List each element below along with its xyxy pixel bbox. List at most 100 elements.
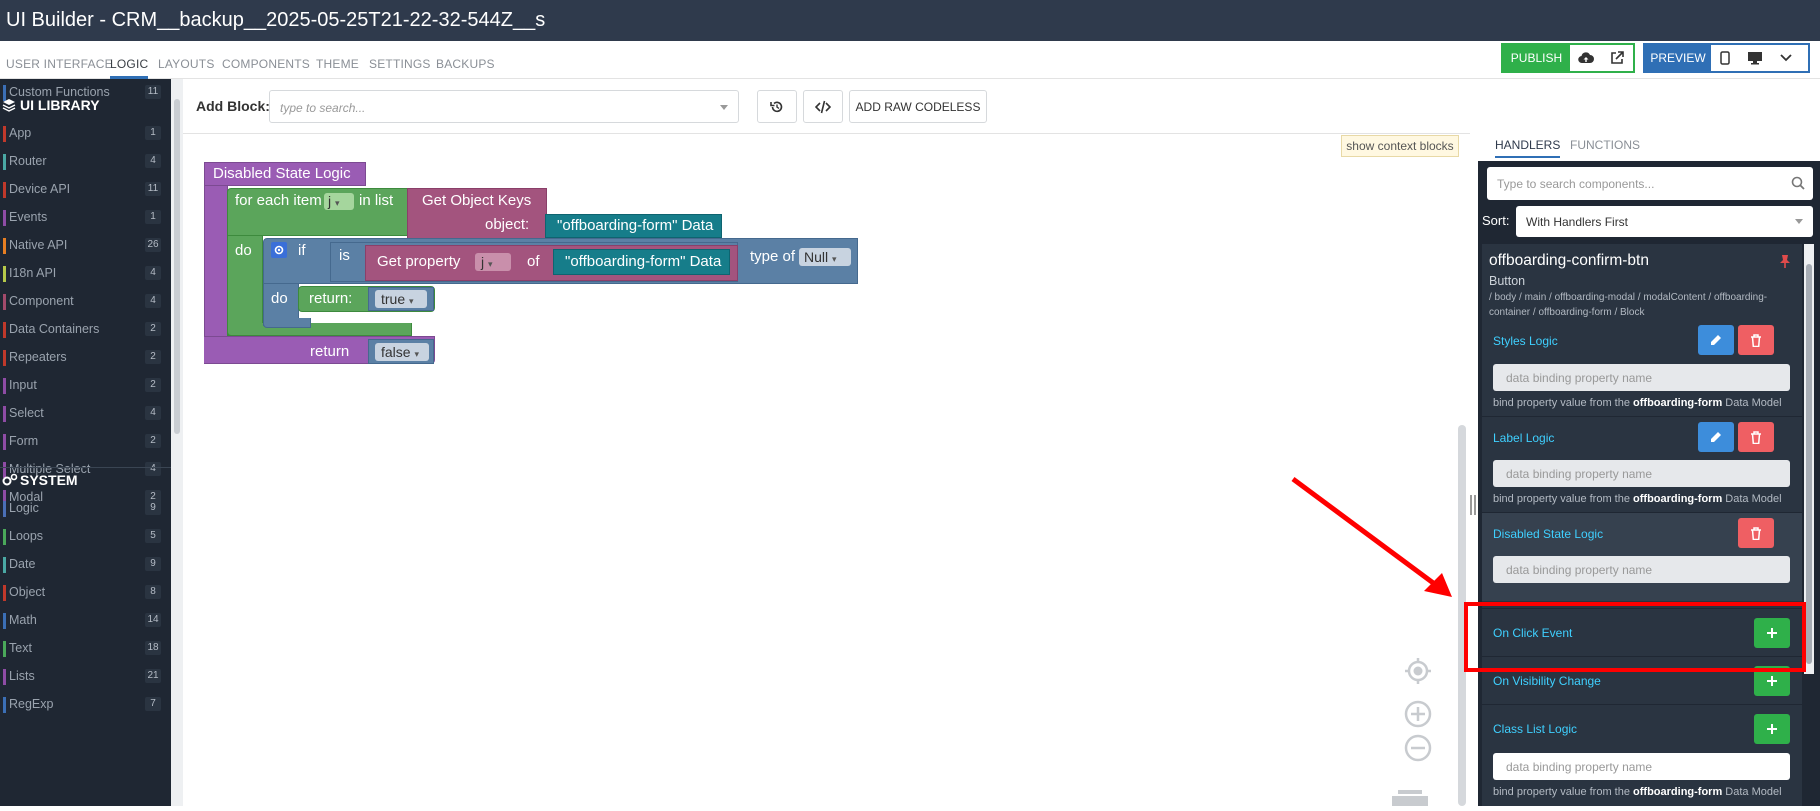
false-dropdown[interactable]: false ▾ bbox=[375, 343, 429, 361]
tab-logic[interactable]: LOGIC bbox=[110, 57, 149, 79]
gears-icon bbox=[2, 473, 18, 486]
scrollbar-thumb[interactable] bbox=[174, 99, 180, 434]
publish-button[interactable]: PUBLISH bbox=[1503, 45, 1570, 71]
handler-title[interactable]: On Visibility Change bbox=[1493, 674, 1601, 688]
panel-resize-handle[interactable] bbox=[1470, 495, 1476, 515]
mobile-icon[interactable] bbox=[1711, 45, 1739, 71]
input-placeholder: data binding property name bbox=[1506, 760, 1653, 774]
delete-logic-button[interactable] bbox=[1738, 325, 1774, 355]
sidebar-item-events[interactable]: Events 1 bbox=[0, 203, 171, 231]
true-dropdown[interactable]: true ▾ bbox=[375, 290, 427, 308]
edit-logic-button[interactable] bbox=[1698, 422, 1734, 452]
delete-logic-button[interactable] bbox=[1738, 422, 1774, 452]
external-link-icon[interactable] bbox=[1601, 45, 1633, 71]
sort-select[interactable]: With Handlers First bbox=[1516, 206, 1813, 237]
zoom-out-icon[interactable] bbox=[1404, 734, 1432, 762]
add-block-search[interactable]: type to search... bbox=[269, 90, 739, 123]
tab-functions[interactable]: FUNCTIONS bbox=[1570, 138, 1640, 152]
sidebar-item-router[interactable]: Router 4 bbox=[0, 147, 171, 175]
sidebar-item-math[interactable]: Math 14 bbox=[0, 606, 171, 634]
note-suffix: Data Model bbox=[1725, 493, 1782, 505]
add-logic-button[interactable] bbox=[1754, 714, 1790, 744]
cloud-upload-icon[interactable] bbox=[1570, 45, 1602, 71]
preview-button[interactable]: PREVIEW bbox=[1645, 45, 1711, 71]
sidebar-item-logic[interactable]: Logic 9 bbox=[0, 494, 171, 522]
window-title: UI Builder - CRM__backup__2025-05-25T21-… bbox=[0, 0, 1820, 41]
sidebar-item-device-api[interactable]: Device API 11 bbox=[0, 175, 171, 203]
trash-icon[interactable] bbox=[1390, 788, 1430, 806]
handler-title[interactable]: Disabled State Logic bbox=[1493, 527, 1603, 541]
tab-settings[interactable]: SETTINGS bbox=[369, 57, 431, 71]
input-placeholder: data binding property name bbox=[1506, 467, 1653, 481]
delete-logic-button[interactable] bbox=[1738, 518, 1774, 548]
category-color-bar bbox=[3, 266, 6, 282]
gear-icon[interactable] bbox=[271, 242, 287, 258]
if-label: if bbox=[298, 242, 306, 259]
get-keys-label: Get Object Keys bbox=[422, 192, 532, 209]
sidebar-item-form[interactable]: Form 2 bbox=[0, 427, 171, 455]
tab-backups[interactable]: BACKUPS bbox=[436, 57, 495, 71]
false-value: false bbox=[381, 344, 411, 360]
sort-value: With Handlers First bbox=[1526, 215, 1629, 229]
handler-title[interactable]: Class List Logic bbox=[1493, 722, 1577, 736]
history-button[interactable] bbox=[757, 90, 797, 123]
sidebar-item-count: 4 bbox=[145, 294, 161, 308]
sidebar-item-component[interactable]: Component 4 bbox=[0, 287, 171, 315]
tab-layouts[interactable]: LAYOUTS bbox=[158, 57, 215, 71]
category-color-bar bbox=[3, 126, 6, 142]
category-color-bar bbox=[3, 641, 6, 657]
sidebar-item-i18n-api[interactable]: I18n API 4 bbox=[0, 259, 171, 287]
sidebar-item-repeaters[interactable]: Repeaters 2 bbox=[0, 343, 171, 371]
handler-title[interactable]: Label Logic bbox=[1493, 431, 1554, 445]
sidebar-item-loops[interactable]: Loops 5 bbox=[0, 522, 171, 550]
sidebar-item-date[interactable]: Date 9 bbox=[0, 550, 171, 578]
sidebar-item-label: Data Containers bbox=[9, 322, 100, 336]
category-color-bar bbox=[3, 406, 6, 422]
tab-user-interface[interactable]: USER INTERFACE bbox=[6, 57, 113, 71]
tab-handlers[interactable]: HANDLERS bbox=[1495, 138, 1561, 158]
sidebar-scrollbar[interactable] bbox=[171, 79, 183, 806]
show-context-blocks-button[interactable]: show context blocks bbox=[1341, 135, 1459, 157]
chevron-down-icon[interactable] bbox=[1771, 45, 1801, 71]
binding-input[interactable]: data binding property name bbox=[1493, 753, 1790, 780]
sidebar-item-count: 1 bbox=[145, 210, 161, 224]
sidebar-item-label: Math bbox=[9, 613, 37, 627]
var-j-dropdown[interactable]: j ▾ bbox=[324, 193, 354, 210]
pin-icon[interactable] bbox=[1779, 254, 1791, 268]
tab-theme[interactable]: THEME bbox=[316, 57, 359, 71]
plus-icon bbox=[1767, 676, 1777, 686]
sidebar-item-count: 9 bbox=[145, 557, 161, 571]
note-model: offboarding-form bbox=[1633, 397, 1723, 409]
null-dropdown[interactable]: Null ▾ bbox=[799, 248, 851, 266]
edit-logic-button[interactable] bbox=[1698, 325, 1734, 355]
sidebar-item-select[interactable]: Select 4 bbox=[0, 399, 171, 427]
get-property-label: Get property bbox=[377, 253, 461, 270]
sidebar-item-object[interactable]: Object 8 bbox=[0, 578, 171, 606]
sidebar-item-count: 14 bbox=[145, 613, 161, 627]
sidebar-item-lists[interactable]: Lists 21 bbox=[0, 662, 171, 690]
desktop-icon[interactable] bbox=[1739, 45, 1771, 71]
type-of-label: type of bbox=[750, 248, 796, 265]
sidebar-item-text[interactable]: Text 18 bbox=[0, 634, 171, 662]
scrollbar-thumb[interactable] bbox=[1806, 264, 1812, 664]
var-j-dropdown[interactable]: j ▾ bbox=[475, 253, 511, 271]
binding-input[interactable]: data binding property name bbox=[1493, 556, 1790, 583]
trash-icon bbox=[1751, 526, 1761, 540]
recenter-icon[interactable] bbox=[1404, 657, 1432, 685]
sidebar-item-data-containers[interactable]: Data Containers 2 bbox=[0, 315, 171, 343]
sidebar-item-regexp[interactable]: RegExp 7 bbox=[0, 690, 171, 718]
add-raw-codeless-button[interactable]: ADD RAW CODELESS bbox=[849, 90, 987, 123]
true-value: true bbox=[381, 291, 406, 307]
handler-title[interactable]: Styles Logic bbox=[1493, 334, 1558, 348]
sidebar-item-app[interactable]: App 1 bbox=[0, 119, 171, 147]
category-color-bar bbox=[3, 557, 6, 573]
annotation-highlight-box bbox=[1464, 602, 1806, 672]
sidebar-item-native-api[interactable]: Native API 26 bbox=[0, 231, 171, 259]
tab-components[interactable]: COMPONENTS bbox=[222, 57, 310, 71]
component-search-input[interactable]: Type to search components... bbox=[1487, 167, 1813, 200]
binding-input[interactable]: data binding property name bbox=[1493, 460, 1790, 487]
code-view-button[interactable] bbox=[803, 90, 843, 123]
zoom-in-icon[interactable] bbox=[1404, 700, 1432, 728]
binding-input[interactable]: data binding property name bbox=[1493, 364, 1790, 391]
sidebar-item-input[interactable]: Input 2 bbox=[0, 371, 171, 399]
